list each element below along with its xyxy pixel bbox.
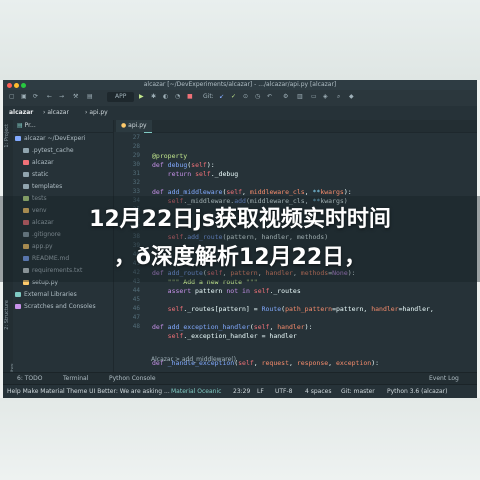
build-icon[interactable]: ⚒ bbox=[73, 92, 78, 102]
tree-item-templates[interactable]: templates bbox=[23, 182, 62, 192]
nav-crumb-folder[interactable]: › alcazar bbox=[43, 106, 69, 120]
project-view-icon: ▤ bbox=[17, 122, 25, 129]
tree-item-static[interactable]: static bbox=[23, 170, 48, 180]
line-number: 44 bbox=[132, 287, 140, 294]
tree-item-alcazar[interactable]: alcazar bbox=[23, 158, 54, 168]
git-label: Git: bbox=[203, 93, 214, 100]
tree-item-root[interactable]: alcazar ~/DevExperi bbox=[15, 134, 85, 144]
library-icon bbox=[15, 292, 21, 297]
close-window-icon[interactable] bbox=[7, 83, 12, 88]
tree-item-external-libraries[interactable]: External Libraries bbox=[15, 290, 77, 300]
coverage-icon[interactable]: ◐ bbox=[163, 92, 168, 102]
code-line: self._routes[pattern] = Route(path_patte… bbox=[167, 305, 434, 313]
console-icon bbox=[15, 304, 21, 309]
run-config-select[interactable]: APP bbox=[107, 92, 135, 102]
back-icon[interactable]: ← bbox=[47, 92, 52, 102]
maximize-window-icon[interactable] bbox=[21, 83, 26, 88]
python-interpreter[interactable]: Python 3.6 (alcazar) bbox=[387, 385, 447, 398]
editor-breadcrumb[interactable]: Alcazar > add_middleware() bbox=[151, 356, 236, 363]
nav-crumb-folder-label: alcazar bbox=[47, 109, 69, 116]
line-number: 27 bbox=[132, 134, 140, 141]
tree-item-label: External Libraries bbox=[24, 291, 77, 298]
line-separator[interactable]: LF bbox=[257, 385, 264, 398]
tree-item-label: .pytest_cache bbox=[32, 147, 74, 154]
file-encoding[interactable]: UTF-8 bbox=[275, 385, 293, 398]
project-structure-icon[interactable]: ▥ bbox=[297, 92, 303, 102]
indent-setting[interactable]: 4 spaces bbox=[305, 385, 331, 398]
side-tab-project[interactable]: 1: Project bbox=[4, 124, 10, 148]
tree-item-scratches[interactable]: Scratches and Consoles bbox=[15, 302, 96, 312]
tree-item-label: templates bbox=[32, 183, 63, 190]
sidebar-header: ▤ Pr... bbox=[13, 120, 113, 133]
settings-icon[interactable]: ⚙ bbox=[283, 92, 288, 102]
debug-icon[interactable]: ✱ bbox=[151, 92, 156, 102]
code-line: return self._debug bbox=[167, 170, 239, 178]
open-folder-icon[interactable]: ▢ bbox=[9, 92, 15, 102]
line-number: 30 bbox=[132, 161, 140, 168]
folder-icon bbox=[23, 148, 29, 153]
nav-crumb-file[interactable]: › api.py bbox=[85, 106, 108, 120]
code-line: assert pattern not in self._routes bbox=[167, 287, 301, 295]
git-branch[interactable]: Git: master bbox=[341, 385, 375, 398]
folder-icon bbox=[23, 160, 29, 165]
code-line: self._exception_handler = handler bbox=[167, 332, 297, 340]
line-number: 28 bbox=[132, 143, 140, 150]
run-config-icon: ▤ bbox=[87, 93, 93, 100]
tree-item-label: alcazar bbox=[32, 159, 54, 166]
tree-item-label: Scratches and Consoles bbox=[24, 303, 96, 310]
main-toolbar: ▢ ▣ ⟳ ← → ⚒ ▤ APP ▶ ✱ ◐ ◔ ■ Git: ↙ ✓ ⊙ ◷… bbox=[3, 90, 477, 107]
line-number: 31 bbox=[132, 170, 140, 177]
save-icon[interactable]: ▣ bbox=[21, 92, 27, 102]
line-number: 48 bbox=[132, 323, 140, 330]
git-compare-icon[interactable]: ⊙ bbox=[243, 92, 248, 102]
folder-icon bbox=[15, 136, 21, 141]
code-line: def debug(self): bbox=[152, 161, 215, 169]
theme-indicator[interactable]: Material Oceanic bbox=[171, 385, 221, 398]
sdk-icon[interactable]: ◈ bbox=[323, 92, 328, 102]
line-number: 46 bbox=[132, 305, 140, 312]
line-number: 33 bbox=[132, 188, 140, 195]
tree-item-label: static bbox=[32, 171, 49, 178]
line-number: 29 bbox=[132, 152, 140, 159]
tree-item-pytest-cache[interactable]: .pytest_cache bbox=[23, 146, 74, 156]
minimize-window-icon[interactable] bbox=[14, 83, 19, 88]
folder-icon bbox=[23, 184, 29, 189]
navigation-bar: alcazar › alcazar › api.py bbox=[3, 106, 477, 121]
code-line: def add_exception_handler(self, handler)… bbox=[152, 323, 313, 331]
forward-icon[interactable]: → bbox=[59, 92, 64, 102]
line-number: 47 bbox=[132, 314, 140, 321]
refresh-icon[interactable]: ⟳ bbox=[33, 92, 38, 102]
status-message[interactable]: Help Make Material Theme UI Better: We a… bbox=[7, 385, 170, 398]
git-update-icon[interactable]: ↙ bbox=[219, 92, 224, 102]
line-number: 45 bbox=[132, 296, 140, 303]
pip-icon[interactable]: ◆ bbox=[349, 92, 354, 102]
code-line: @property bbox=[152, 152, 188, 160]
nav-project[interactable]: alcazar bbox=[9, 106, 33, 120]
line-number: 32 bbox=[132, 179, 140, 186]
profile-icon[interactable]: ◔ bbox=[175, 92, 180, 102]
status-bar: Help Make Material Theme UI Better: We a… bbox=[3, 384, 477, 398]
cursor-position[interactable]: 23:29 bbox=[233, 385, 250, 398]
page-background-bottom bbox=[0, 398, 480, 480]
stop-icon[interactable]: ■ bbox=[187, 92, 193, 102]
window-titlebar: alcazar [~/DevExperiments/alcazar] - ...… bbox=[3, 80, 477, 90]
nav-crumb-file-label: api.py bbox=[89, 109, 108, 116]
page-background-top bbox=[0, 0, 480, 80]
tree-item-label: alcazar ~/DevExperi bbox=[24, 135, 86, 142]
search-icon[interactable]: ⌕ bbox=[337, 92, 340, 102]
git-history-icon[interactable]: ◷ bbox=[255, 92, 260, 102]
window-title: alcazar [~/DevExperiments/alcazar] - ...… bbox=[143, 81, 337, 88]
headline-line-2: ，ð深度解析12月22日， bbox=[113, 245, 367, 270]
headline-line-1: 12月22日js获取视频实时时间 bbox=[89, 207, 391, 232]
git-revert-icon[interactable]: ↶ bbox=[267, 92, 272, 102]
sidebar-header-label[interactable]: Pr... bbox=[25, 122, 36, 129]
side-tab-structure[interactable]: 2: Structure bbox=[4, 300, 10, 330]
terminal-icon[interactable]: ▭ bbox=[311, 92, 317, 102]
folder-icon bbox=[23, 172, 29, 177]
run-icon[interactable]: ▶ bbox=[139, 92, 144, 102]
git-commit-icon[interactable]: ✓ bbox=[231, 92, 236, 102]
tab-label: api.py bbox=[128, 122, 147, 129]
